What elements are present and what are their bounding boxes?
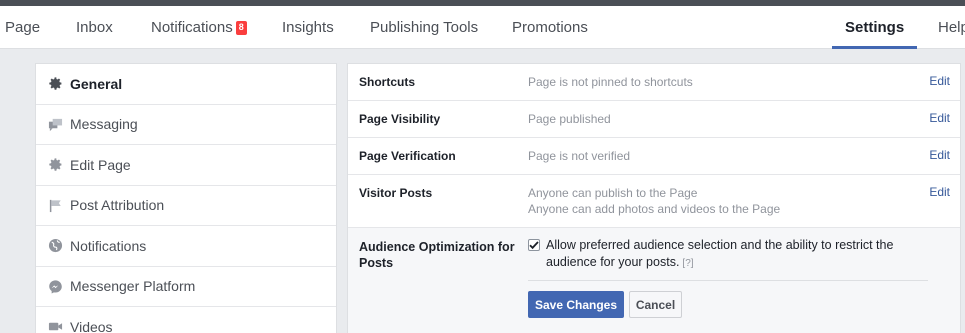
save-changes-button[interactable]: Save Changes — [528, 291, 624, 318]
row-label: Audience Optimization for Posts — [359, 240, 515, 270]
nav-tab-insights[interactable]: Insights — [282, 6, 334, 49]
cancel-button[interactable]: Cancel — [629, 291, 682, 318]
sidebar-item-messenger-platform[interactable]: Messenger Platform — [36, 267, 336, 307]
row-value: Anyone can publish to the Page Anyone ca… — [528, 185, 780, 217]
sidebar-item-general[interactable]: General — [36, 64, 336, 105]
flag-icon — [47, 197, 63, 213]
video-camera-icon — [47, 319, 63, 333]
audience-optimization-checkbox[interactable] — [528, 239, 540, 251]
sidebar-item-label: Messenger Platform — [70, 278, 196, 295]
settings-sidebar: General Messaging Edit Page Post Attribu… — [35, 63, 337, 333]
nav-tab-notifications-label: Notifications — [151, 19, 233, 36]
general-settings-panel: Shortcuts Page is not pinned to shortcut… — [347, 63, 961, 333]
sidebar-item-label: Edit Page — [70, 156, 131, 173]
sidebar-item-post-attribution[interactable]: Post Attribution — [36, 186, 336, 226]
sidebar-item-videos[interactable]: Videos — [36, 307, 336, 333]
nav-tab-publishing-tools[interactable]: Publishing Tools — [370, 6, 478, 49]
sidebar-item-label: Notifications — [70, 237, 147, 254]
gear-icon — [47, 76, 63, 92]
sidebar-item-notifications[interactable]: Notifications — [36, 226, 336, 267]
row-value-line: Anyone can publish to the Page — [528, 186, 698, 200]
chat-bubbles-icon — [47, 116, 63, 132]
settings-row-visitor-posts: Visitor Posts Anyone can publish to the … — [348, 175, 960, 228]
sidebar-item-label: Post Attribution — [70, 197, 165, 214]
globe-icon — [47, 238, 63, 254]
nav-tab-notifications[interactable]: Notifications 8 — [151, 6, 247, 49]
sidebar-item-label: Videos — [70, 318, 113, 333]
row-value: Page published — [528, 112, 611, 126]
edit-link[interactable]: Edit — [929, 111, 950, 125]
settings-row-page-visibility: Page Visibility Page published Edit — [348, 101, 960, 138]
edit-link[interactable]: Edit — [929, 74, 950, 88]
nav-tab-promotions[interactable]: Promotions — [512, 6, 588, 49]
sidebar-item-label: General — [70, 75, 123, 92]
gear-icon — [47, 157, 63, 173]
row-value: Page is not pinned to shortcuts — [528, 75, 693, 89]
sidebar-item-label: Messaging — [70, 116, 138, 133]
help-link[interactable]: [?] — [682, 258, 693, 269]
edit-link[interactable]: Edit — [929, 148, 950, 162]
messenger-icon — [47, 278, 63, 294]
settings-row-audience-optimization: Audience Optimization for Posts Allow pr… — [348, 228, 960, 333]
sidebar-item-messaging[interactable]: Messaging — [36, 105, 336, 145]
nav-tab-page[interactable]: Page — [5, 6, 40, 49]
nav-tab-inbox[interactable]: Inbox — [76, 6, 113, 49]
divider — [528, 280, 928, 281]
row-label: Shortcuts — [359, 75, 416, 89]
nav-tab-help[interactable]: Help — [938, 6, 965, 49]
row-label: Visitor Posts — [359, 186, 433, 200]
row-label: Page Visibility — [359, 112, 441, 126]
row-value-line: Anyone can add photos and videos to the … — [528, 202, 781, 216]
page-navigation-bar: Page Inbox Notifications 8 Insights Publi… — [0, 6, 965, 49]
edit-link[interactable]: Edit — [929, 185, 950, 199]
sidebar-item-edit-page[interactable]: Edit Page — [36, 145, 336, 186]
checkmark-icon — [529, 241, 539, 250]
notifications-count-badge: 8 — [235, 21, 247, 35]
settings-row-page-verification: Page Verification Page is not verified E… — [348, 138, 960, 175]
settings-row-shortcuts: Shortcuts Page is not pinned to shortcut… — [348, 64, 960, 101]
checkbox-label: Allow preferred audience selection and t… — [546, 238, 894, 269]
checkbox-description: Allow preferred audience selection and t… — [546, 237, 896, 272]
row-label: Page Verification — [359, 149, 456, 163]
nav-tab-settings[interactable]: Settings — [831, 6, 918, 49]
row-value: Page is not verified — [528, 149, 631, 163]
